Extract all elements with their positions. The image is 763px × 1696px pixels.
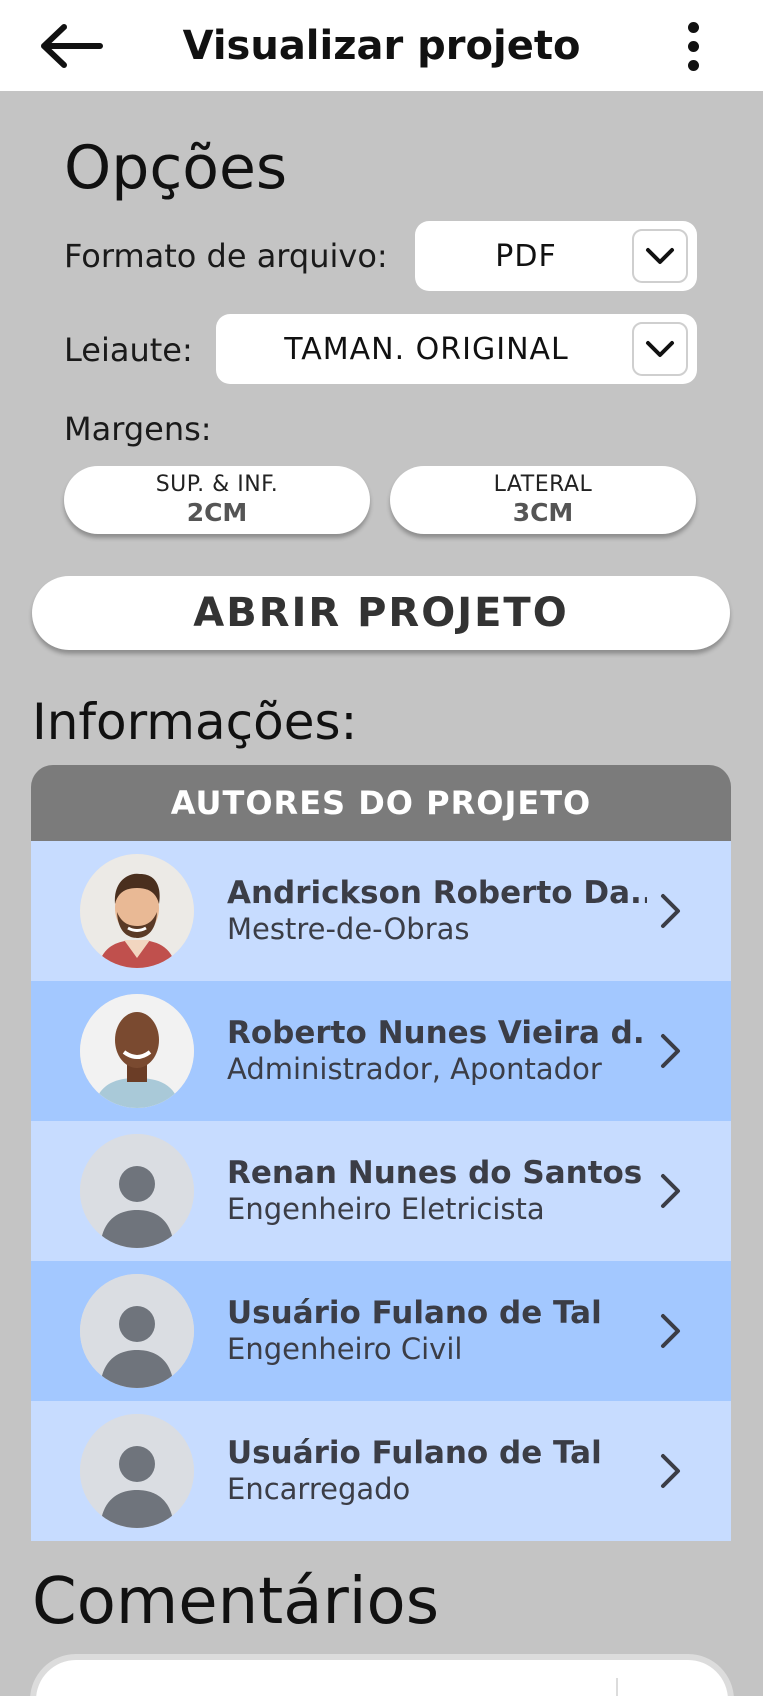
author-name: Usuário Fulano de Tal — [227, 1295, 602, 1331]
margin-top-bottom-label: SUP. & INF. — [155, 472, 279, 497]
authors-list: AUTORES DO PROJETO Andrickson Roberto Da… — [31, 765, 731, 1541]
arrow-left-icon — [41, 24, 103, 68]
file-format-label: Formato de arquivo: — [64, 237, 388, 275]
file-format-select[interactable]: PDF — [415, 221, 697, 291]
layout-label: Leiaute: — [64, 331, 193, 369]
chevron-right-icon — [651, 889, 691, 933]
page-title: Visualizar projeto — [182, 22, 581, 69]
top-app-bar: Visualizar projeto — [0, 0, 763, 91]
user-placeholder-icon — [80, 1414, 194, 1528]
file-format-dropdown-button[interactable] — [632, 229, 688, 283]
margin-top-bottom-value: 2CM — [186, 498, 248, 527]
author-role: Encarregado — [227, 1472, 411, 1506]
avatar — [80, 1274, 194, 1388]
layout-select[interactable]: TAMAN. ORIGINAL — [216, 314, 697, 384]
author-role: Administrador, Apontador — [227, 1052, 602, 1086]
person-photo-icon — [80, 994, 194, 1108]
chevron-right-icon — [651, 1029, 691, 1073]
chevron-right-icon — [651, 1449, 691, 1493]
margin-lateral-button[interactable]: LATERAL 3CM — [390, 466, 696, 534]
authors-header: AUTORES DO PROJETO — [31, 765, 731, 841]
author-row[interactable]: Renan Nunes do Santos Engenheiro Eletric… — [31, 1121, 731, 1261]
chevron-down-icon — [646, 341, 674, 357]
open-project-button[interactable]: ABRIR PROJETO — [32, 576, 730, 650]
author-name: Usuário Fulano de Tal — [227, 1435, 602, 1471]
layout-dropdown-button[interactable] — [632, 322, 688, 376]
comment-input[interactable] — [36, 1660, 728, 1696]
user-placeholder-icon — [80, 1274, 194, 1388]
margin-lateral-value: 3CM — [512, 498, 574, 527]
author-row[interactable]: Roberto Nunes Vieira d... Administrador,… — [31, 981, 731, 1121]
back-button[interactable] — [36, 18, 108, 74]
kebab-dot — [687, 21, 699, 33]
chevron-down-icon — [646, 248, 674, 264]
layout-value: TAMAN. ORIGINAL — [284, 331, 569, 367]
author-role: Engenheiro Eletricista — [227, 1192, 545, 1226]
author-row[interactable]: Andrickson Roberto Da... Mestre-de-Obras — [31, 841, 731, 981]
kebab-dot — [687, 40, 699, 52]
margin-top-bottom-button[interactable]: SUP. & INF. 2CM — [64, 466, 370, 534]
options-title: Opções — [64, 133, 288, 203]
avatar — [80, 994, 194, 1108]
avatar — [80, 1134, 194, 1248]
author-name: Andrickson Roberto Da... — [227, 875, 647, 911]
comments-title: Comentários — [32, 1565, 440, 1639]
author-row[interactable]: Usuário Fulano de Tal Encarregado — [31, 1401, 731, 1541]
author-row[interactable]: Usuário Fulano de Tal Engenheiro Civil — [31, 1261, 731, 1401]
avatar — [80, 1414, 194, 1528]
kebab-dot — [687, 59, 699, 71]
avatar — [80, 854, 194, 968]
person-photo-icon — [80, 854, 194, 968]
author-name: Roberto Nunes Vieira d... — [227, 1015, 647, 1051]
author-role: Mestre-de-Obras — [227, 912, 470, 946]
chevron-right-icon — [651, 1309, 691, 1353]
chevron-right-icon — [651, 1169, 691, 1213]
more-options-button[interactable] — [672, 18, 714, 74]
info-title: Informações: — [32, 693, 358, 751]
margin-lateral-label: LATERAL — [493, 472, 593, 497]
author-name: Renan Nunes do Santos — [227, 1155, 643, 1191]
margins-label: Margens: — [64, 410, 212, 448]
user-placeholder-icon — [80, 1134, 194, 1248]
comment-divider — [616, 1678, 618, 1696]
author-role: Engenheiro Civil — [227, 1332, 463, 1366]
